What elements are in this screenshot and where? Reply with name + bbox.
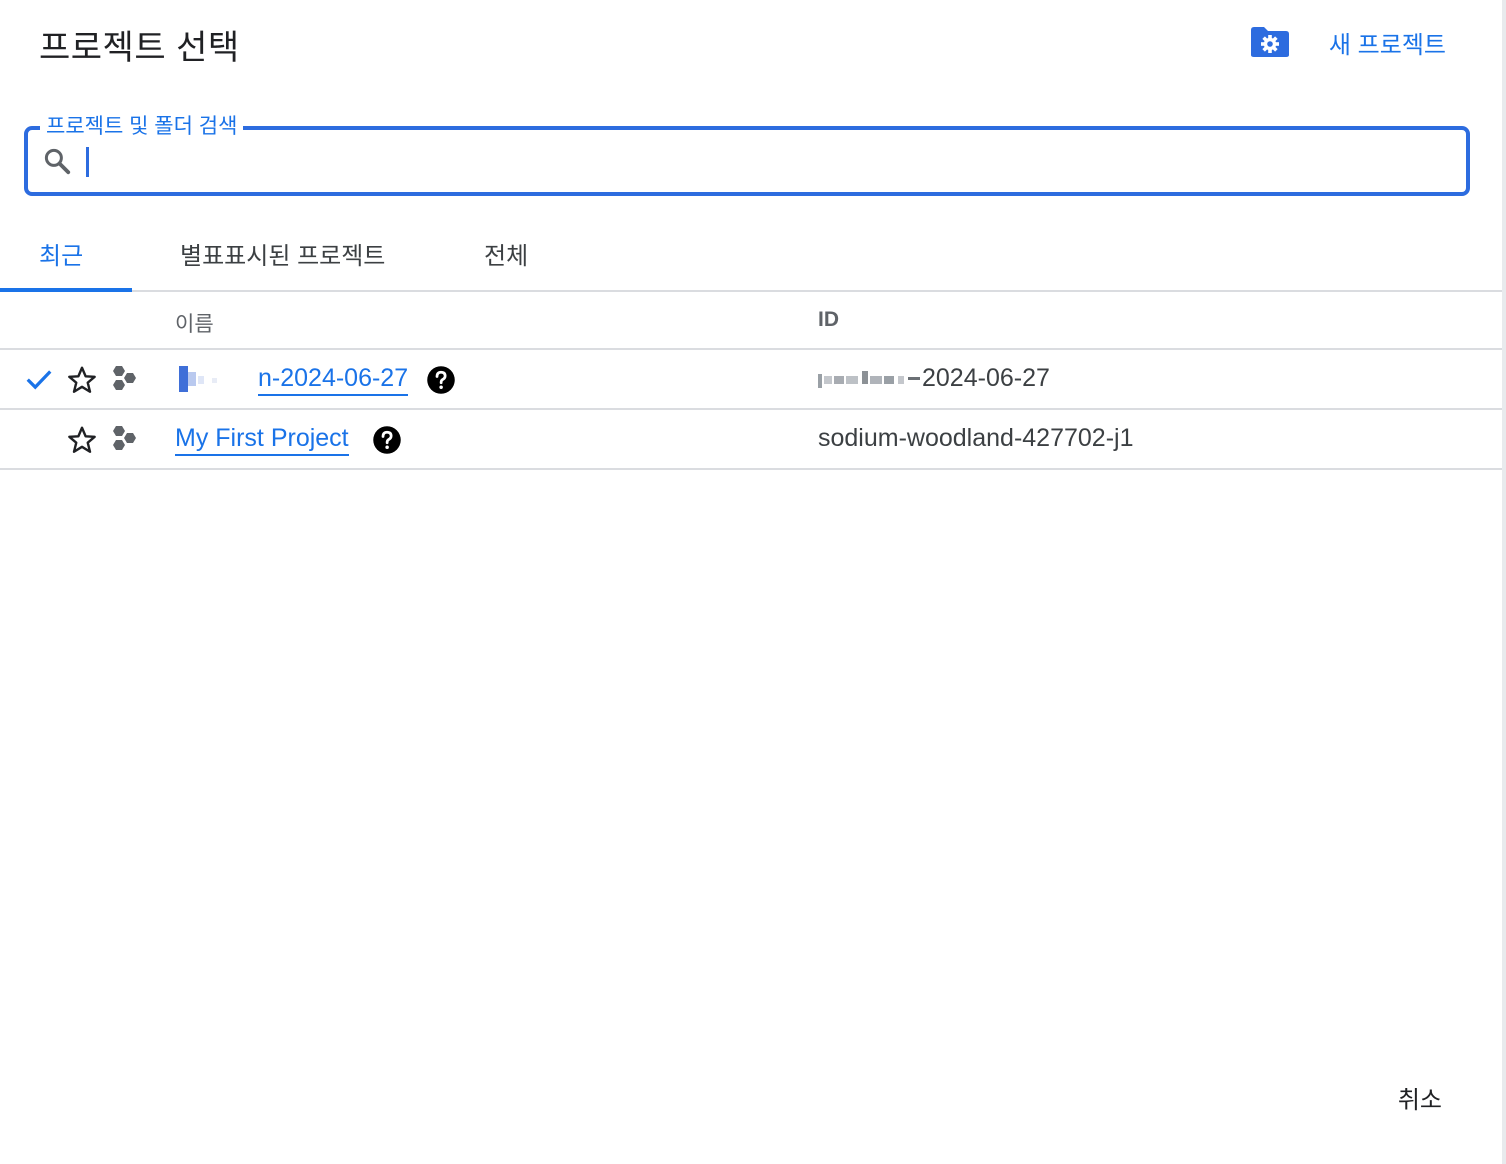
project-hexagon-icon: [110, 365, 140, 393]
tab-starred[interactable]: 별표표시된 프로젝트: [180, 236, 385, 271]
table-header: 이름 ID: [0, 292, 1502, 350]
star-icon[interactable]: [66, 424, 98, 456]
select-project-dialog: 프로젝트 선택 새 프로젝트 프로젝트 및 폴더 검색 최근 별표표시된 프로젝…: [0, 0, 1502, 1164]
project-id: 2024-06-27: [818, 364, 1050, 393]
header-actions: 새 프로젝트: [1249, 24, 1446, 60]
search-label: 프로젝트 및 폴더 검색: [40, 110, 244, 140]
background-page-edge: [1502, 0, 1506, 1164]
new-project-button[interactable]: 새 프로젝트: [1329, 25, 1446, 60]
project-id-text: 2024-06-27: [922, 364, 1050, 392]
star-icon[interactable]: [66, 364, 98, 396]
table-row[interactable]: n-2024-06-27 2024-06-27: [0, 350, 1502, 410]
search-input[interactable]: [84, 142, 1444, 180]
table-row[interactable]: My First Project sodium-woodland-427702-…: [0, 410, 1502, 470]
tab-all[interactable]: 전체: [484, 236, 528, 271]
column-name: 이름: [175, 313, 214, 336]
project-hexagon-icon: [110, 425, 140, 453]
project-name-link[interactable]: My First Project: [175, 424, 349, 456]
column-id: ID: [818, 308, 839, 331]
tab-bar: 최근 별표표시된 프로젝트 전체: [0, 222, 1502, 292]
help-icon[interactable]: [372, 425, 402, 460]
search-field[interactable]: 프로젝트 및 폴더 검색: [24, 110, 1470, 196]
folder-gear-icon[interactable]: [1249, 24, 1291, 60]
tab-recent[interactable]: 최근: [39, 236, 83, 271]
text-caret: [86, 147, 89, 177]
redacted-id-prefix: [818, 371, 920, 389]
dialog-title: 프로젝트 선택: [39, 29, 240, 67]
project-name-link[interactable]: n-2024-06-27: [258, 364, 409, 396]
project-id: sodium-woodland-427702-j1: [818, 424, 1134, 452]
checkmark-icon: [24, 364, 54, 394]
help-icon[interactable]: [426, 365, 456, 400]
search-icon: [42, 146, 72, 181]
redacted-name-prefix: [178, 364, 256, 392]
cancel-button[interactable]: 취소: [1398, 1080, 1442, 1115]
